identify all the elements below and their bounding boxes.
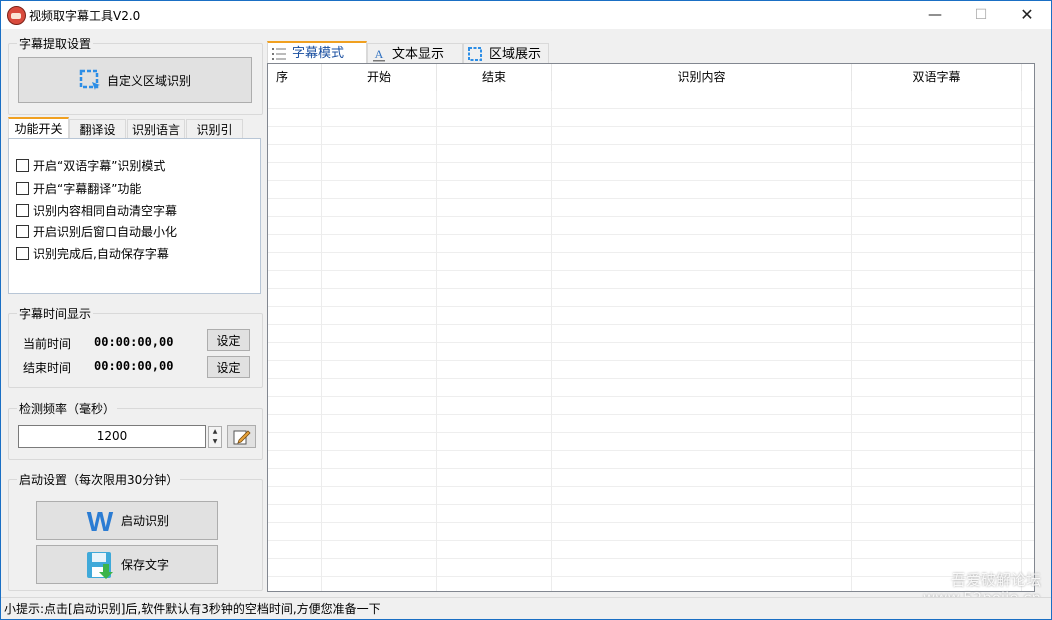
save-text-label: 保存文字 [120,558,169,572]
edit-icon [233,429,251,444]
title-bar: 视频取字幕工具V2.0 — ☐ ✕ [1,1,1051,29]
option-bilingual-subtitle[interactable]: 开启“双语字幕”识别模式 [16,156,165,174]
tab-region-display-label: 区域展示 [489,46,542,62]
checkbox[interactable] [16,158,29,172]
option-label: 开启“字幕翻译”功能 [33,181,142,196]
table-header: 序 开始 结束 识别内容 双语字幕 [268,64,1022,91]
detect-frequency-group: 检测频率（毫秒） 1200 ▲ ▼ [8,400,263,460]
end-time-label: 结束时间 [23,361,72,375]
frequency-input[interactable]: 1200 [18,425,206,448]
list-icon [272,47,286,60]
checkbox[interactable] [16,246,29,260]
tab-region-display[interactable]: 区域展示 [463,43,549,65]
column-divider [851,91,852,591]
watermark-line1: 吾爱破解论坛 [950,571,1041,589]
column-divider [551,91,552,591]
column-header-index[interactable]: 序 [268,64,322,91]
save-text-button[interactable]: 保存文字 [36,545,218,584]
tab-subtitle-mode-label: 字幕模式 [292,45,345,61]
subtitle-time-title: 字幕时间显示 [17,305,94,322]
column-header-end[interactable]: 结束 [437,64,552,91]
start-recognition-label: 启动识别 [120,514,169,528]
option-label: 开启识别后窗口自动最小化 [33,224,178,239]
column-header-bilingual[interactable]: 双语字幕 [852,64,1022,91]
save-disk-icon [86,551,113,579]
set-end-time-button[interactable]: 设定 [207,356,250,378]
close-button[interactable]: ✕ [1004,1,1050,29]
tab-recognition-engine[interactable]: 识别引擎 [186,119,243,157]
option-auto-save[interactable]: 识别完成后,自动保存字幕 [16,244,169,262]
text-icon: A [373,48,385,61]
word-w-icon: W [87,508,114,534]
column-header-start[interactable]: 开始 [322,64,437,91]
spin-up-icon[interactable]: ▲ [209,427,221,437]
tab-text-display-label: 文本显示 [392,46,445,62]
start-settings-title: 启动设置（每次限用30分钟） [17,471,181,488]
region-icon [468,47,482,61]
option-label: 识别内容相同自动清空字幕 [33,203,178,218]
spin-down-icon[interactable]: ▼ [209,437,221,447]
option-auto-clear[interactable]: 识别内容相同自动清空字幕 [16,201,177,219]
edit-frequency-button[interactable] [227,425,256,448]
window-title: 视频取字幕工具V2.0 [29,9,141,23]
extract-settings-title: 字幕提取设置 [17,35,94,52]
current-time-value: 00:00:00,00 [94,335,174,349]
minimize-button[interactable]: — [912,1,958,29]
option-subtitle-translation[interactable]: 开启“字幕翻译”功能 [16,179,141,197]
current-time-label: 当前时间 [23,337,72,351]
detect-frequency-title: 检测频率（毫秒） [17,400,118,417]
tab-translation-settings[interactable]: 翻译设置 [69,119,126,157]
subtitle-time-group: 字幕时间显示 当前时间 00:00:00,00 设定 结束时间 00:00:00… [8,305,263,388]
option-label: 识别完成后,自动保存字幕 [33,246,169,261]
svg-text:A: A [375,48,384,61]
checkbox[interactable] [16,203,29,217]
extract-settings-group: 字幕提取设置 自定义区域识别 [8,35,263,115]
app-icon [7,6,26,25]
start-recognition-button[interactable]: W 启动识别 [36,501,218,540]
subtitle-table[interactable]: 序 开始 结束 识别内容 双语字幕 [267,63,1035,592]
custom-region-label: 自定义区域识别 [106,73,191,88]
table-body[interactable] [268,91,1034,591]
column-divider [1021,91,1022,591]
column-divider [436,91,437,591]
tab-text-display[interactable]: A 文本显示 [367,43,463,65]
svg-text:W: W [87,508,114,534]
custom-region-button[interactable]: 自定义区域识别 [18,57,252,103]
checkbox[interactable] [16,224,29,238]
end-time-value: 00:00:00,00 [94,359,174,373]
tab-function-switch[interactable]: 功能开关 [8,117,69,139]
set-current-time-button[interactable]: 设定 [207,329,250,351]
status-bar: 小提示:点击[启动识别]后,软件默认有3秒钟的空档时间,方便您准备一下 [1,597,1051,619]
main-window: 视频取字幕工具V2.0 — ☐ ✕ 字幕提取设置 自定义区域识别 功能开关 翻译… [0,0,1052,620]
maximize-button[interactable]: ☐ [958,1,1004,29]
column-header-content[interactable]: 识别内容 [552,64,852,91]
tab-subtitle-mode[interactable]: 字幕模式 [267,41,367,64]
column-divider [321,91,322,591]
region-select-icon [79,69,100,90]
function-switch-panel: 开启“双语字幕”识别模式 开启“字幕翻译”功能 识别内容相同自动清空字幕 开启识… [8,138,261,294]
checkbox[interactable] [16,181,29,195]
tab-recognition-language[interactable]: 识别语言 [127,119,185,139]
start-settings-group: 启动设置（每次限用30分钟） W 启动识别 保存文字 [8,471,263,591]
frequency-spinner[interactable]: ▲ ▼ [208,426,222,448]
option-label: 开启“双语字幕”识别模式 [33,158,166,173]
option-auto-minimize[interactable]: 开启识别后窗口自动最小化 [16,222,177,240]
